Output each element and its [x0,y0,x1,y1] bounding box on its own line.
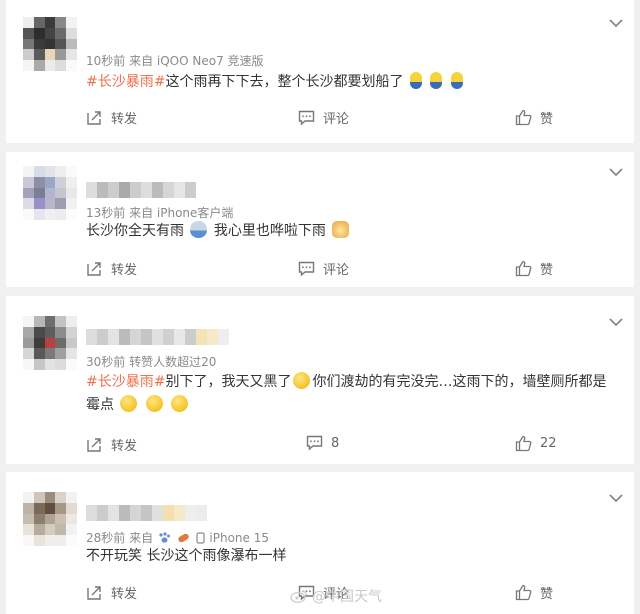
username-blurred[interactable] [86,182,196,198]
repost-label: 转发 [111,587,138,602]
comment-meta: 30秒前 转赞人数超过20 [86,355,217,369]
repost-button[interactable]: 转发 [86,259,137,278]
repost-button[interactable]: 转发 [86,435,137,454]
comment-button[interactable]: 8 [306,435,339,451]
comment-label: 评论 [323,112,350,127]
comment-card: 10秒前 来自 iQOO Neo7 竞速版 #长沙暴雨#这个雨再下下去，整个长沙… [6,0,634,143]
chevron-down-icon[interactable] [608,492,624,504]
like-button[interactable]: 赞 [515,259,553,278]
comment-icon [298,110,315,126]
chevron-down-icon[interactable] [608,166,624,178]
minion-emoji-icon [430,72,443,89]
comment-text: #长沙暴雨#别下了，我天又黑了 你们渡劫的有完没完…这雨下的，墙壁厕所都是霉点 [86,372,607,413]
thumbs-up-icon [515,260,532,277]
repost-button[interactable]: 转发 [86,108,137,127]
like-label: 赞 [540,587,554,602]
avatar[interactable] [23,492,77,546]
comment-card: 30秒前 转赞人数超过20 #长沙暴雨#别下了，我天又黑了 你们渡劫的有完没完…这… [6,296,634,464]
watermark-text: @中国天气 [312,589,382,605]
repost-label: 转发 [111,112,138,127]
thumbs-up-icon [515,435,532,452]
comment-meta: 13秒前 来自 iPhone客户端 [86,206,234,220]
action-bar: 转发 8 22 [6,435,634,457]
cat-emoji-icon [332,221,350,238]
chevron-down-icon[interactable] [608,17,624,29]
comment-label: 评论 [323,263,350,278]
comment-icon [298,261,315,277]
thumbs-up-icon [515,584,532,601]
like-count: 22 [540,436,557,451]
comment-button[interactable]: 评论 [298,259,349,278]
like-label: 赞 [540,263,554,278]
topic-tag[interactable]: #长沙暴雨# [86,74,165,90]
repost-icon [87,438,101,452]
sausage-badge-icon [178,533,189,543]
comment-count: 8 [331,435,340,451]
username-blurred[interactable] [86,505,207,521]
username-blurred[interactable] [86,329,229,345]
avatar[interactable] [23,166,77,220]
rain-cloud-emoji-icon [190,221,208,238]
repost-icon [87,111,101,125]
weibo-logo-icon [290,590,307,603]
grimace-emoji-icon [171,395,189,412]
thumbs-up-icon [515,109,532,126]
worried-emoji-icon [293,372,311,389]
chevron-down-icon[interactable] [608,316,624,328]
repost-label: 转发 [111,263,138,278]
repost-button[interactable]: 转发 [86,583,137,602]
repost-label: 转发 [111,439,138,454]
grimace-emoji-icon [120,395,138,412]
action-bar: 转发 评论 赞 [6,108,634,130]
paw-badge-icon [159,532,170,543]
like-label: 赞 [540,112,554,127]
comment-icon [306,435,323,451]
comment-meta: 28秒前 来自 iPhone 15 [86,531,269,545]
avatar[interactable] [23,17,77,71]
like-button[interactable]: 22 [515,435,557,452]
comment-meta: 10秒前 来自 iQOO Neo7 竞速版 [86,54,264,68]
repost-icon [87,262,101,276]
repost-icon [87,586,101,600]
like-button[interactable]: 赞 [515,583,553,602]
topic-tag[interactable]: #长沙暴雨# [86,374,165,390]
phone-badge-icon [195,532,205,544]
comment-text: 不开玩笑 长沙这个雨像瀑布一样 [86,548,287,564]
watermark: @中国天气 [290,586,382,606]
minion-emoji-icon [409,72,422,89]
like-button[interactable]: 赞 [515,108,553,127]
comment-text: #长沙暴雨#这个雨再下下去，整个长沙都要划船了 [86,71,616,94]
comment-text: 长沙你全天有雨 我心里也哗啦下雨 [86,220,616,243]
comment-button[interactable]: 评论 [298,108,349,127]
comment-card: 13秒前 来自 iPhone客户端 长沙你全天有雨 我心里也哗啦下雨 转发 评论… [6,152,634,287]
action-bar: 转发 评论 赞 [6,259,634,281]
avatar[interactable] [23,316,77,370]
grimace-emoji-icon [145,395,163,412]
minion-emoji-icon [450,72,463,89]
